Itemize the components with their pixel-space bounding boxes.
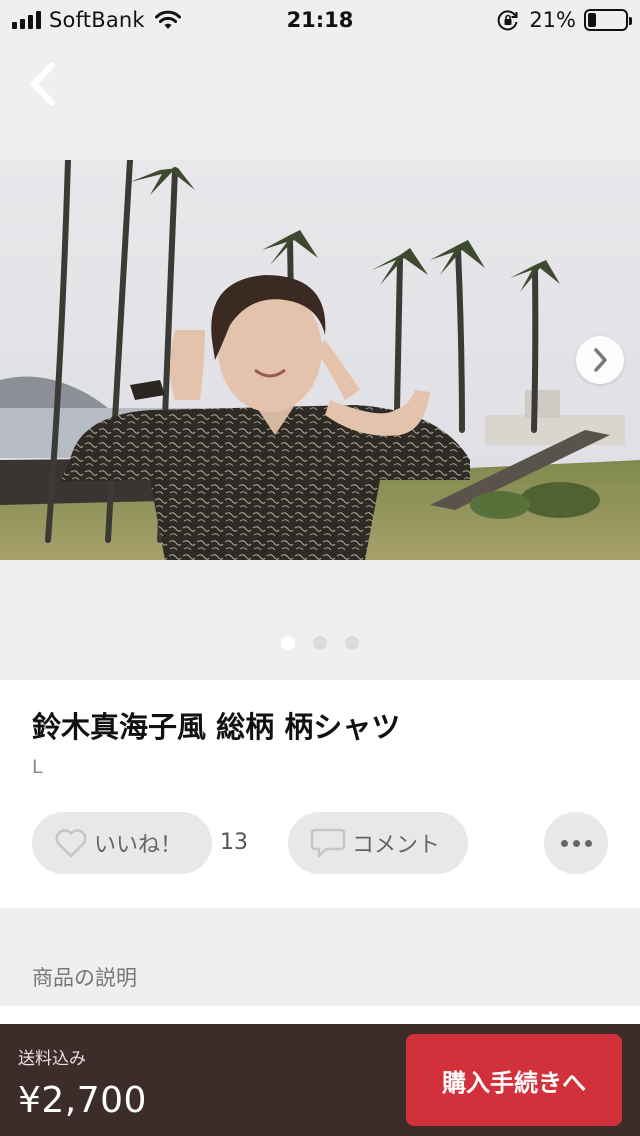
next-image-button[interactable] [576,336,624,384]
product-size: L [32,756,43,778]
status-right: 21% [497,8,632,32]
gallery-pagination [0,636,640,650]
gallery-dot[interactable] [345,636,359,650]
like-button[interactable]: いいね！ [32,812,212,874]
product-title: 鈴木真海子風 総柄 柄シャツ [32,710,401,744]
comment-button[interactable]: コメント [288,812,468,874]
product-photo[interactable] [0,160,640,560]
like-count: 13 [220,830,248,855]
product-info-card: 鈴木真海子風 総柄 柄シャツ L いいね！ 13 コメント [0,680,640,908]
heart-icon [55,829,87,858]
status-bar: SoftBank 21:18 21% [0,0,640,40]
description-heading: 商品の説明 [32,966,137,990]
battery-level [588,13,596,27]
comment-label: コメント [352,833,441,858]
more-options-button[interactable] [544,812,608,874]
battery-percent: 21% [529,8,576,32]
product-image [0,160,640,560]
shipping-label: 送料込み [18,1049,86,1069]
chevron-left-icon [31,62,55,106]
like-label: いいね！ [94,833,183,858]
rotation-lock-icon [497,10,518,31]
price: ¥2,700 [18,1080,147,1121]
more-icon [560,839,568,847]
comment-icon [310,828,346,858]
back-button[interactable] [18,56,68,112]
battery-icon [584,9,632,31]
gallery-dot[interactable] [281,636,295,650]
chevron-right-icon [594,348,607,372]
gallery-dot[interactable] [313,636,327,650]
buy-button[interactable]: 購入手続きへ [406,1034,622,1126]
description-body [0,1006,640,1024]
purchase-bar: 送料込み ¥2,700 購入手続きへ [0,1024,640,1136]
